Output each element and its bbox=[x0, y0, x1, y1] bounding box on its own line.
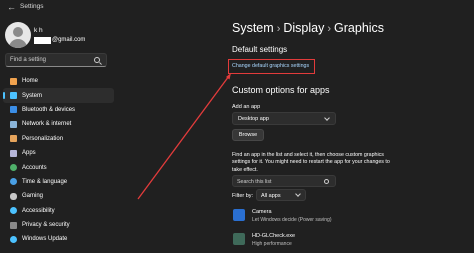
sidebar-item-privacy[interactable]: Privacy & security bbox=[0, 218, 114, 232]
camera-app-icon bbox=[233, 209, 245, 221]
sidebar-item-label: Accounts bbox=[22, 164, 47, 171]
breadcrumb-display[interactable]: Display bbox=[283, 21, 324, 35]
filter-value: All apps bbox=[261, 192, 281, 199]
breadcrumb: System › Display › Graphics bbox=[232, 21, 384, 35]
sidebar-item-apps[interactable]: Apps bbox=[0, 146, 114, 160]
help-line: Find an app in the list and select it, t… bbox=[232, 152, 384, 158]
help-line: settings for it. You might need to resta… bbox=[232, 159, 390, 166]
shield-icon bbox=[10, 221, 17, 229]
accounts-icon bbox=[10, 164, 17, 172]
user-name: k h bbox=[34, 27, 43, 34]
custom-options-heading: Custom options for apps bbox=[232, 85, 330, 95]
chevron-down-icon bbox=[295, 191, 301, 197]
sidebar: k h @gmail.com Find a setting Home Syste… bbox=[0, 16, 114, 253]
back-arrow-icon[interactable]: ← bbox=[7, 2, 16, 12]
breadcrumb-separator: › bbox=[276, 23, 281, 35]
email-redaction bbox=[34, 36, 51, 44]
sidebar-item-label: Bluetooth & devices bbox=[22, 106, 76, 113]
sidebar-item-windows-update[interactable]: Windows Update bbox=[0, 232, 114, 246]
accessibility-icon bbox=[10, 207, 17, 215]
filter-label: Filter by: bbox=[232, 193, 254, 199]
apps-icon bbox=[10, 149, 17, 157]
filter-dropdown[interactable]: All apps bbox=[256, 189, 306, 201]
breadcrumb-graphics: Graphics bbox=[334, 21, 385, 35]
chevron-down-icon bbox=[324, 115, 330, 121]
network-icon bbox=[10, 120, 17, 128]
main-content: System › Display › Graphics Default settings… bbox=[114, 16, 474, 253]
user-email: @gmail.com bbox=[34, 36, 85, 44]
home-icon bbox=[10, 77, 17, 85]
app-graphics-preference: High performance bbox=[252, 240, 292, 247]
sidebar-item-label: Personalization bbox=[22, 135, 64, 142]
app-name: HD-GLCheck.exe bbox=[252, 233, 296, 239]
sidebar-item-label: Network & internet bbox=[22, 121, 72, 128]
app-list-item-hd-glcheck[interactable]: HD-GLCheck.exe High performance bbox=[232, 232, 432, 248]
sidebar-item-accessibility[interactable]: Accessibility bbox=[0, 204, 114, 218]
system-icon bbox=[10, 92, 17, 100]
app-graphics-preference: Let Windows decide (Power saving) bbox=[252, 216, 332, 223]
sidebar-item-label: Privacy & security bbox=[22, 222, 70, 229]
avatar[interactable] bbox=[5, 22, 31, 48]
sidebar-item-label: Apps bbox=[22, 150, 36, 157]
change-default-graphics-link[interactable]: Change default graphics settings bbox=[232, 63, 309, 69]
exe-app-icon bbox=[233, 233, 245, 245]
brush-icon bbox=[10, 135, 17, 143]
highlight-box: Change default graphics settings bbox=[228, 59, 315, 74]
sidebar-item-label: System bbox=[22, 92, 43, 99]
search-list-placeholder: Search this list bbox=[237, 178, 272, 185]
sidebar-item-bluetooth[interactable]: Bluetooth & devices bbox=[0, 103, 114, 117]
add-app-label: Add an app bbox=[232, 104, 261, 110]
find-setting-placeholder: Find a setting bbox=[10, 57, 47, 63]
sidebar-item-home[interactable]: Home bbox=[0, 74, 114, 88]
avatar-head-icon bbox=[13, 27, 23, 37]
find-setting-search[interactable]: Find a setting bbox=[5, 53, 107, 67]
sidebar-item-system[interactable]: System bbox=[3, 88, 114, 103]
sidebar-item-time-language[interactable]: Time & language bbox=[0, 175, 114, 189]
sidebar-item-personalization[interactable]: Personalization bbox=[0, 132, 114, 146]
sidebar-item-label: Gaming bbox=[22, 193, 44, 200]
globe-clock-icon bbox=[10, 178, 17, 186]
search-icon bbox=[94, 57, 100, 63]
sidebar-item-gaming[interactable]: Gaming bbox=[0, 189, 114, 203]
search-list-input[interactable]: Search this list bbox=[232, 175, 336, 187]
sidebar-nav: Home System Bluetooth & devices Network … bbox=[0, 74, 114, 247]
bluetooth-icon bbox=[10, 106, 17, 114]
app-type-dropdown[interactable]: Desktop app bbox=[232, 112, 336, 125]
sidebar-item-accounts[interactable]: Accounts bbox=[0, 160, 114, 174]
app-type-value: Desktop app bbox=[238, 116, 269, 122]
update-icon bbox=[10, 235, 17, 243]
app-list-item-camera[interactable]: Camera Let Windows decide (Power saving) bbox=[232, 208, 432, 224]
window-title: Settings bbox=[20, 3, 44, 10]
sidebar-item-label: Accessibility bbox=[22, 207, 55, 214]
sidebar-item-network[interactable]: Network & internet bbox=[0, 117, 114, 131]
search-icon bbox=[324, 178, 329, 184]
breadcrumb-separator: › bbox=[327, 23, 332, 35]
sidebar-item-label: Windows Update bbox=[22, 236, 68, 243]
breadcrumb-system[interactable]: System bbox=[232, 21, 274, 35]
browse-button[interactable]: Browse bbox=[232, 129, 264, 141]
app-name: Camera bbox=[252, 209, 272, 215]
help-line: take effect. bbox=[232, 166, 258, 173]
avatar-body-icon bbox=[9, 39, 27, 48]
help-text: Find an app in the list and select it, t… bbox=[232, 152, 432, 174]
sidebar-item-label: Home bbox=[22, 78, 39, 85]
gaming-icon bbox=[10, 192, 17, 200]
title-bar: ← Settings bbox=[0, 0, 474, 16]
user-email-domain: @gmail.com bbox=[52, 37, 86, 43]
sidebar-item-label: Time & language bbox=[22, 178, 68, 185]
default-settings-heading: Default settings bbox=[232, 45, 288, 54]
